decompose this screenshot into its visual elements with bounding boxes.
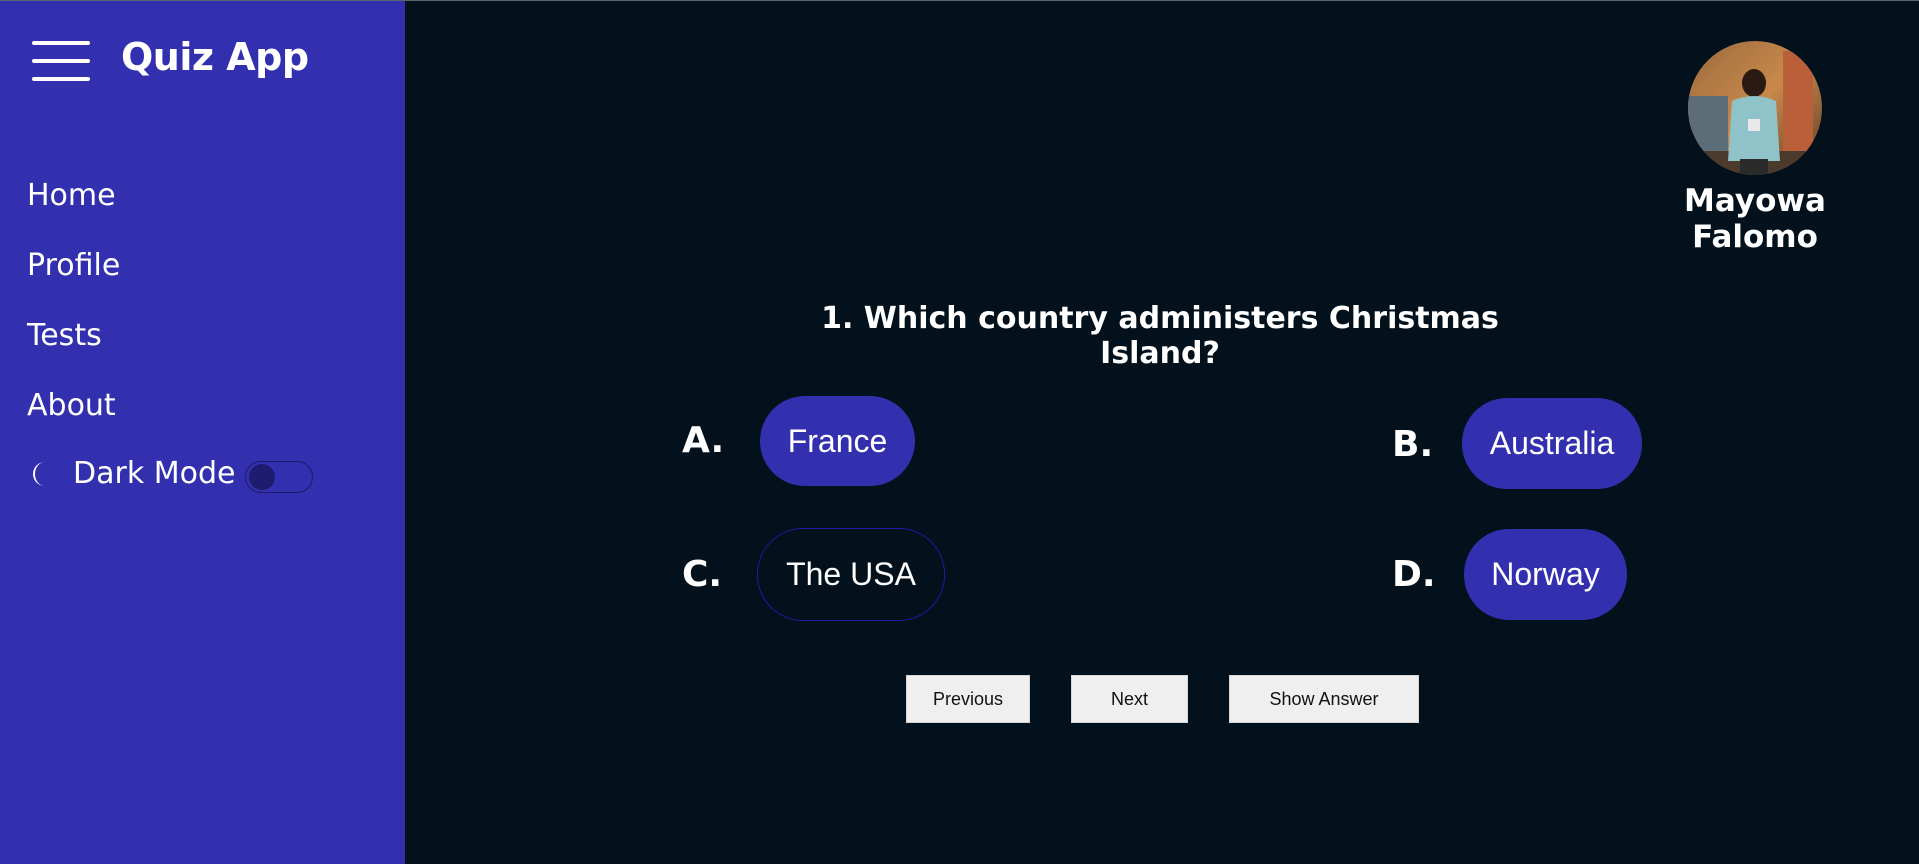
dark-mode-row: Dark Mode [30,456,330,496]
moon-icon [33,462,45,486]
question-text: 1. Which country administers Christmas I… [821,301,1499,371]
show-answer-button[interactable]: Show Answer [1229,675,1419,723]
avatar[interactable] [1688,41,1822,175]
sidebar-item-about[interactable]: About [27,388,116,423]
next-button[interactable]: Next [1071,675,1188,723]
option-a-letter: A. [682,420,725,461]
toggle-knob [249,464,275,490]
sidebar: Quiz App Home Profile Tests About Dark M… [0,1,405,864]
option-c-button[interactable]: The USA [757,528,945,621]
option-b-letter: B. [1392,424,1434,465]
option-d-letter: D. [1392,554,1436,595]
sidebar-item-home[interactable]: Home [27,178,116,213]
dark-mode-label: Dark Mode [73,456,236,491]
option-b-button[interactable]: Australia [1462,398,1642,489]
avatar-photo [1688,41,1822,175]
sidebar-item-profile[interactable]: Profile [27,248,120,283]
quiz-app: Quiz App Home Profile Tests About Dark M… [0,0,1919,864]
option-d-button[interactable]: Norway [1464,529,1627,620]
option-a-button[interactable]: France [760,396,915,486]
dark-mode-toggle[interactable] [245,461,313,493]
user-name: Mayowa Falomo [1684,183,1826,255]
option-c-letter: C. [682,554,723,595]
sidebar-item-tests[interactable]: Tests [27,318,102,353]
previous-button[interactable]: Previous [906,675,1030,723]
menu-icon[interactable] [32,41,90,83]
app-title: Quiz App [121,35,309,79]
